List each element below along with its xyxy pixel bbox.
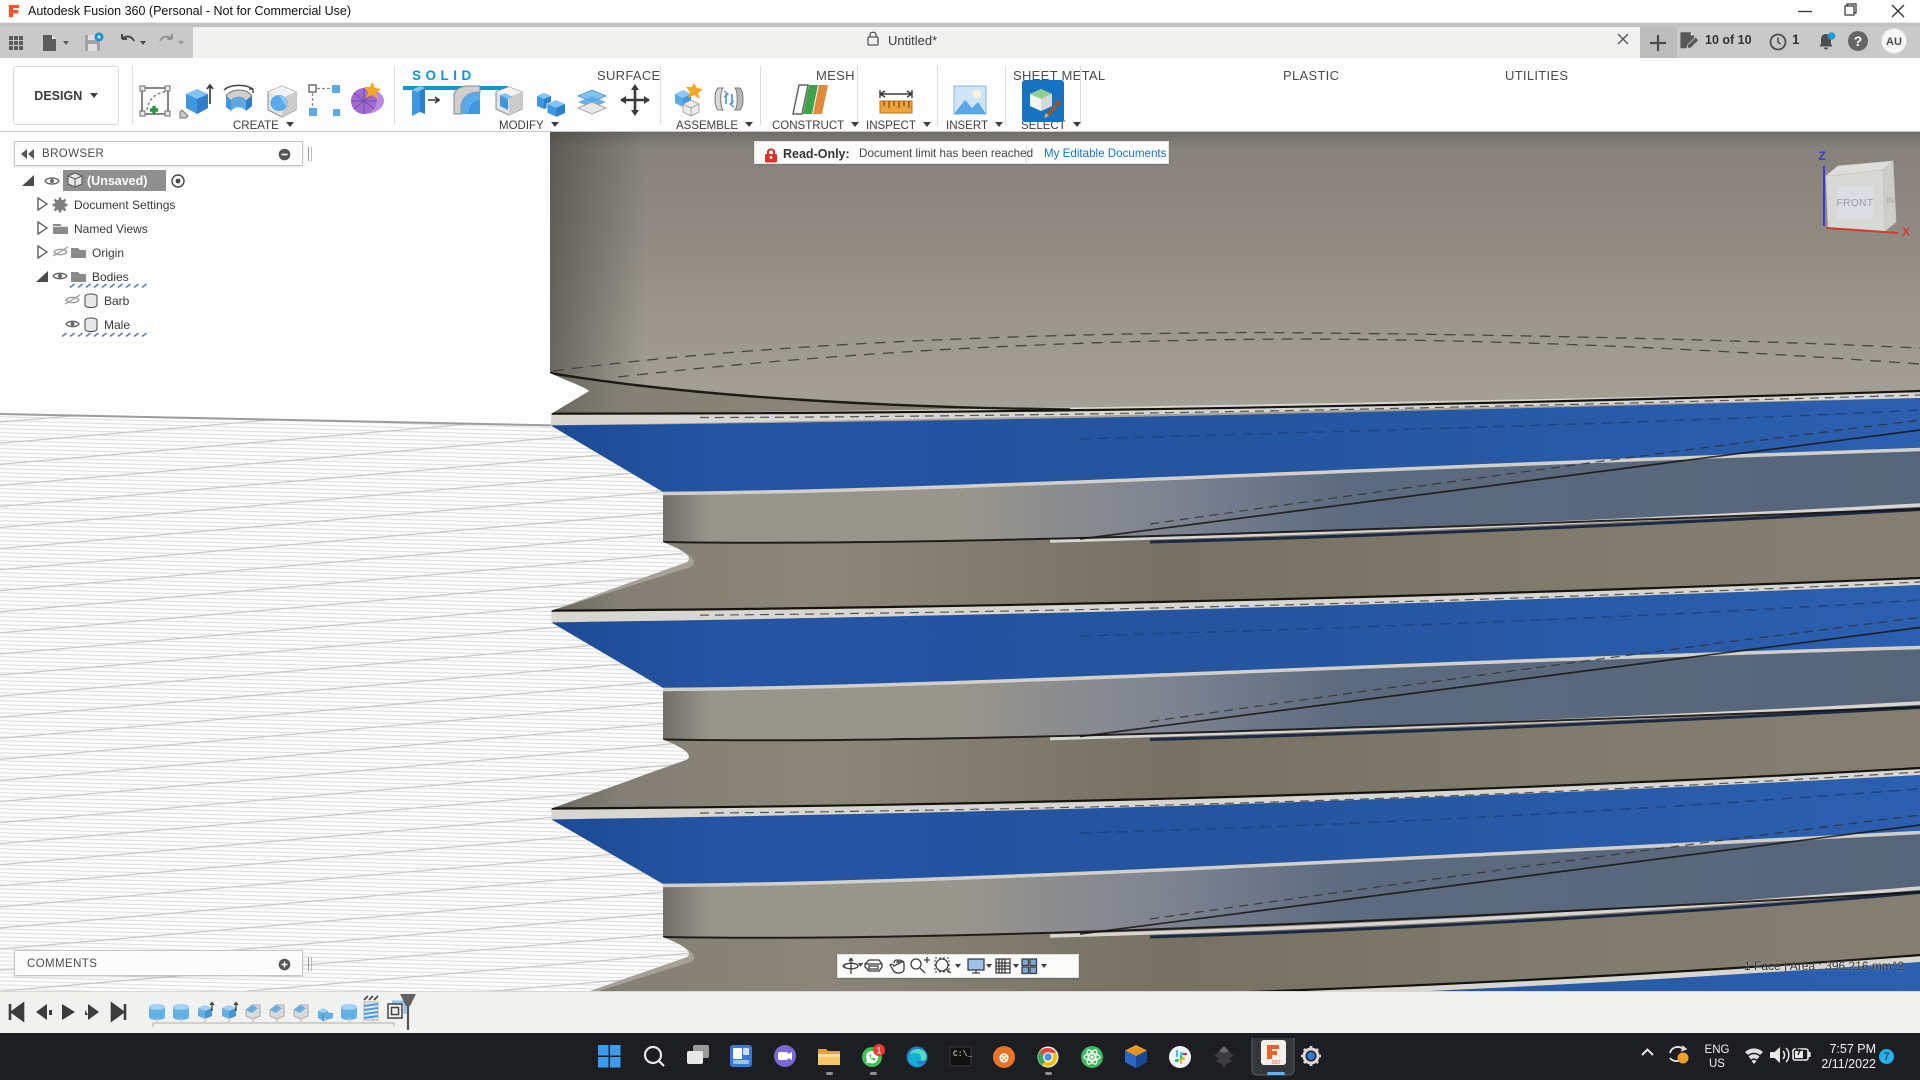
svg-text:ENG: ENG (1705, 1044, 1730, 1056)
svg-text:Origin: Origin (92, 246, 124, 260)
svg-text:C:\_: C:\_ (953, 1050, 972, 1059)
svg-text:⊗: ⊗ (999, 1050, 1010, 1065)
svg-text:Male: Male (104, 318, 130, 332)
svg-text:IN: IN (1886, 196, 1894, 205)
svg-text:Document Settings: Document Settings (74, 198, 175, 212)
svg-text:360: 360 (1272, 1060, 1281, 1066)
svg-text:(Unsaved): (Unsaved) (87, 174, 147, 188)
svg-text:Barb: Barb (104, 294, 130, 308)
svg-text:US: US (1709, 1058, 1725, 1070)
svg-text:X: X (1902, 225, 1910, 239)
svg-text:1: 1 (876, 1046, 881, 1056)
svg-text:Z: Z (1818, 149, 1825, 163)
svg-text:Bodies: Bodies (92, 270, 129, 284)
svg-text:Named Views: Named Views (74, 222, 148, 236)
svg-text:FRONT: FRONT (1837, 198, 1874, 209)
